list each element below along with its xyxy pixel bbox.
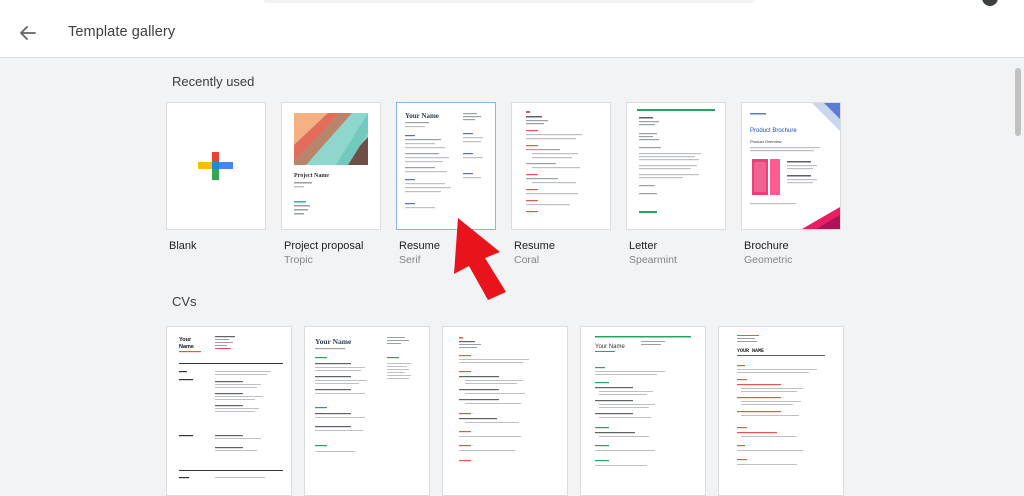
page-title: Template gallery bbox=[68, 24, 176, 40]
brochure-geometric-thumbnail: Product Brochure Product Overview bbox=[750, 103, 840, 229]
template-brochure-geometric[interactable]: Product Brochure Product Overview bbox=[741, 102, 841, 230]
cv-1-thumbnail: Your Name bbox=[179, 336, 283, 479]
browser-top-strip bbox=[0, 0, 1024, 8]
template-name-project-proposal: Project proposal bbox=[284, 240, 364, 252]
svg-text:Your: Your bbox=[179, 337, 192, 343]
template-name-blank: Blank bbox=[169, 240, 197, 252]
svg-text:Project Name: Project Name bbox=[294, 173, 329, 179]
back-arrow-icon[interactable] bbox=[15, 20, 41, 46]
svg-text:Your Name: Your Name bbox=[595, 344, 625, 350]
template-sub-tropic: Tropic bbox=[284, 254, 313, 266]
template-resume-serif[interactable]: Your Name bbox=[396, 102, 496, 230]
resume-serif-thumbnail: Your Name bbox=[405, 112, 483, 209]
gallery-header: Template gallery bbox=[0, 8, 1024, 58]
tropic-thumbnail: Project Name bbox=[294, 113, 368, 215]
template-project-proposal[interactable]: Project Name bbox=[281, 102, 381, 230]
cv-template-1[interactable]: Your Name bbox=[166, 326, 292, 496]
svg-text:Name: Name bbox=[179, 344, 194, 350]
svg-text:Product Overview: Product Overview bbox=[750, 139, 782, 144]
profile-avatar[interactable] bbox=[982, 0, 998, 6]
cv-template-2[interactable]: Your Name bbox=[304, 326, 430, 496]
svg-text:Your Name: Your Name bbox=[315, 337, 352, 346]
cv-template-4[interactable]: Your Name bbox=[580, 326, 706, 496]
cv-template-5[interactable]: YOUR NAME bbox=[718, 326, 844, 496]
svg-text:YOUR NAME: YOUR NAME bbox=[737, 348, 764, 354]
vertical-scrollbar[interactable] bbox=[1012, 58, 1024, 489]
template-sub-geometric: Geometric bbox=[744, 254, 793, 266]
letter-spearmint-thumbnail bbox=[637, 109, 715, 213]
resume-coral-thumbnail bbox=[526, 111, 582, 213]
cv-4-thumbnail: Your Name bbox=[595, 336, 691, 466]
cv-5-thumbnail: YOUR NAME bbox=[737, 335, 825, 465]
plus-icon bbox=[198, 152, 233, 180]
scrollbar-thumb[interactable] bbox=[1015, 68, 1021, 136]
template-name-brochure: Brochure bbox=[744, 240, 789, 252]
template-letter-spearmint[interactable] bbox=[626, 102, 726, 230]
template-name-letter: Letter bbox=[629, 240, 658, 252]
red-arrow-annotation bbox=[418, 214, 518, 304]
cv-3-thumbnail bbox=[459, 337, 529, 462]
template-sub-spearmint: Spearmint bbox=[629, 254, 677, 266]
svg-text:Product Brochure: Product Brochure bbox=[750, 128, 797, 134]
template-resume-coral[interactable] bbox=[511, 102, 611, 230]
template-blank[interactable] bbox=[166, 102, 266, 230]
address-bar-edge bbox=[264, 0, 754, 3]
svg-text:Your Name: Your Name bbox=[405, 112, 439, 120]
cvs-heading: CVs bbox=[172, 294, 197, 309]
cv-template-3[interactable] bbox=[442, 326, 568, 496]
recently-used-heading: Recently used bbox=[172, 74, 255, 89]
template-name-resume-coral: Resume bbox=[514, 240, 555, 252]
cv-2-thumbnail: Your Name bbox=[315, 337, 411, 452]
